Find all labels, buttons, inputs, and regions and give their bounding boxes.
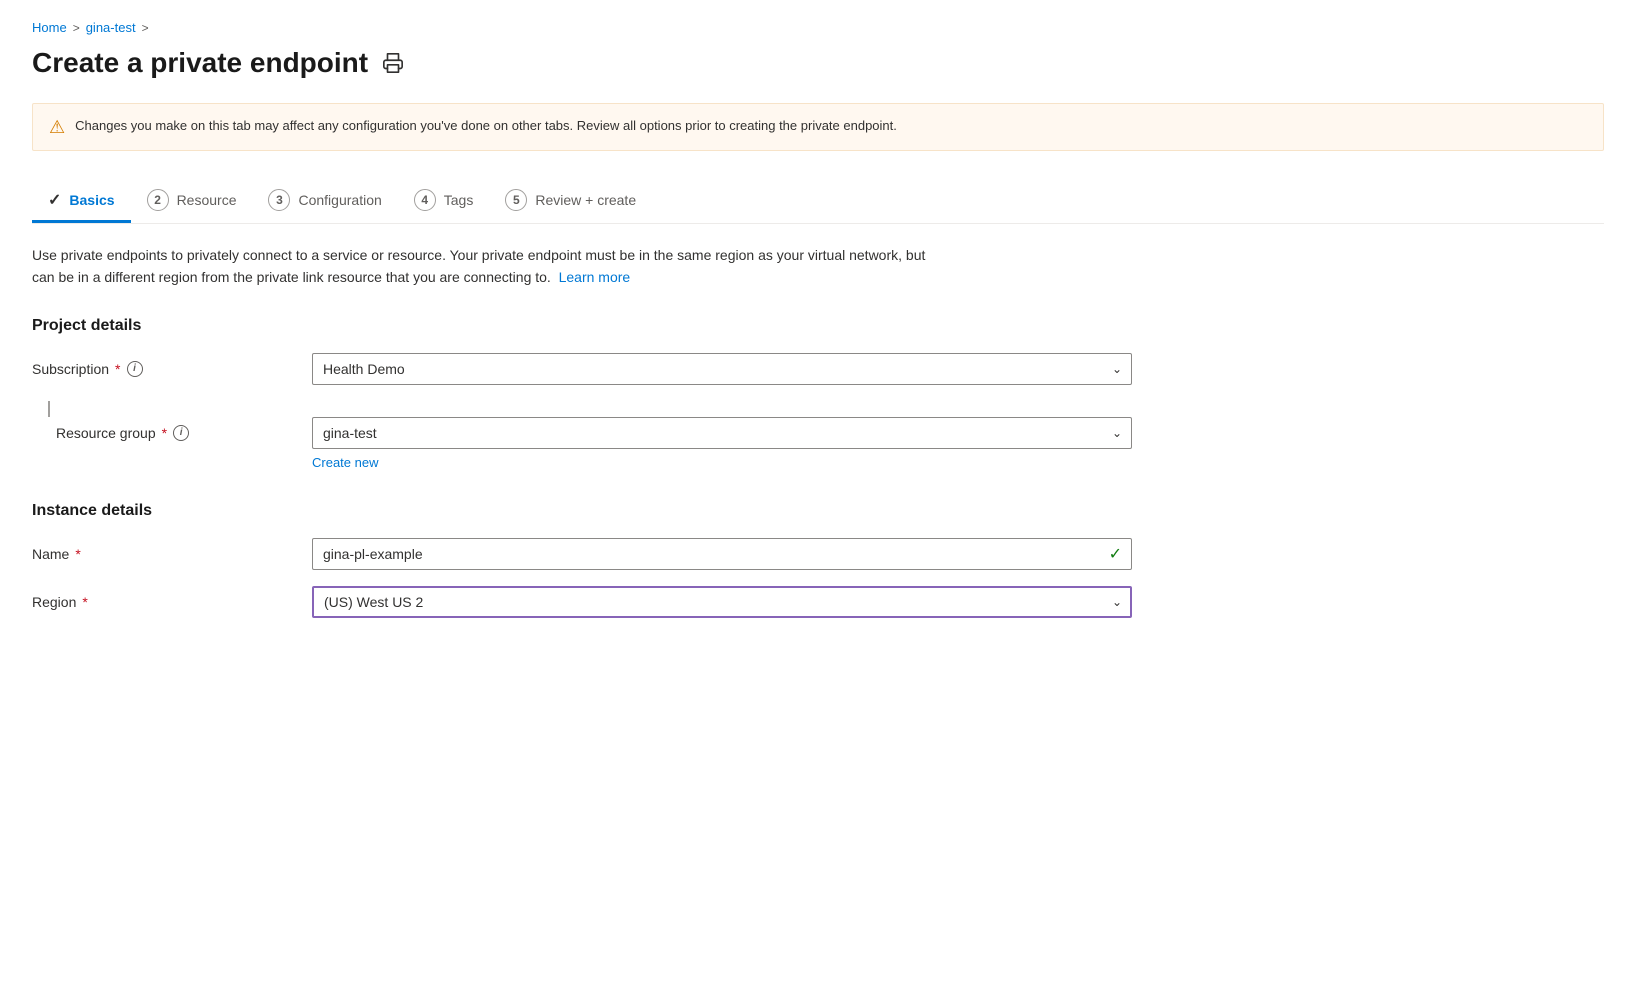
instance-details-section: Instance details Name * ✓ Region *	[32, 502, 1604, 618]
create-new-link[interactable]: Create new	[312, 455, 378, 470]
region-row: Region * (US) West US 2 ⌄	[32, 586, 1604, 618]
warning-icon: ⚠	[49, 117, 65, 138]
tab-tags-label: Tags	[444, 192, 474, 208]
print-icon[interactable]	[382, 52, 404, 74]
tabs-nav: ✓ Basics 2 Resource 3 Configuration 4 Ta…	[32, 179, 1604, 224]
breadcrumb-home[interactable]: Home	[32, 20, 67, 35]
tab-basics-label: Basics	[69, 192, 114, 208]
name-input-wrapper: ✓	[312, 538, 1132, 570]
subscription-control: Health Demo ⌄	[312, 353, 1132, 385]
region-control: (US) West US 2 ⌄	[312, 586, 1132, 618]
tab-configuration[interactable]: 3 Configuration	[252, 179, 397, 224]
subscription-label: Subscription * i	[32, 353, 292, 385]
subscription-required: *	[115, 353, 120, 385]
region-dropdown-wrapper: (US) West US 2 ⌄	[312, 586, 1132, 618]
page-title: Create a private endpoint	[32, 47, 368, 79]
name-control: ✓	[312, 538, 1132, 570]
tab-tags[interactable]: 4 Tags	[398, 179, 490, 224]
resource-group-dropdown[interactable]: gina-test	[312, 417, 1132, 449]
name-label-group: Name *	[32, 538, 292, 570]
tab-configuration-label: Configuration	[298, 192, 381, 208]
warning-banner: ⚠ Changes you make on this tab may affec…	[32, 103, 1604, 151]
resource-group-control: gina-test ⌄ Create new	[312, 417, 1132, 470]
region-label-group: Region *	[32, 586, 292, 618]
subscription-label-group: Subscription * i	[32, 353, 292, 385]
tab-resource-label: Resource	[177, 192, 237, 208]
tab-review-label: Review + create	[535, 192, 636, 208]
project-details-title: Project details	[32, 317, 1604, 335]
description-text: Use private endpoints to privately conne…	[32, 244, 932, 289]
name-required: *	[75, 538, 80, 570]
name-label: Name *	[32, 538, 292, 570]
learn-more-link[interactable]: Learn more	[559, 269, 631, 285]
tab-resource-number: 2	[147, 189, 169, 211]
project-details-section: Project details Subscription * i Health …	[32, 317, 1604, 470]
tab-basics-check: ✓	[48, 190, 61, 210]
resource-group-required: *	[162, 417, 167, 449]
resource-group-row: Resource group * i gina-test ⌄ Create ne…	[32, 417, 1604, 470]
tab-basics[interactable]: ✓ Basics	[32, 180, 131, 223]
region-label: Region *	[32, 586, 292, 618]
breadcrumb-sep-1: >	[73, 21, 80, 35]
breadcrumb-resource[interactable]: gina-test	[86, 20, 136, 35]
warning-text: Changes you make on this tab may affect …	[75, 116, 897, 136]
name-row: Name * ✓	[32, 538, 1604, 570]
resource-group-info-icon[interactable]: i	[173, 425, 189, 441]
subscription-dropdown-wrapper: Health Demo ⌄	[312, 353, 1132, 385]
tab-resource[interactable]: 2 Resource	[131, 179, 253, 224]
tab-configuration-number: 3	[268, 189, 290, 211]
resource-group-label-group: Resource group * i	[32, 417, 292, 449]
resource-group-dropdown-wrapper: gina-test ⌄	[312, 417, 1132, 449]
breadcrumb-sep-2: >	[142, 21, 149, 35]
subscription-row: Subscription * i Health Demo ⌄	[32, 353, 1604, 385]
tab-review-number: 5	[505, 189, 527, 211]
breadcrumb: Home > gina-test >	[32, 20, 1604, 35]
region-required: *	[82, 586, 87, 618]
tab-review[interactable]: 5 Review + create	[489, 179, 652, 224]
tab-tags-number: 4	[414, 189, 436, 211]
subscription-info-icon[interactable]: i	[127, 361, 143, 377]
instance-details-title: Instance details	[32, 502, 1604, 520]
region-dropdown[interactable]: (US) West US 2	[312, 586, 1132, 618]
name-input[interactable]	[312, 538, 1132, 570]
resource-group-label: Resource group * i	[32, 417, 292, 449]
page-header: Create a private endpoint	[32, 47, 1604, 79]
subscription-dropdown[interactable]: Health Demo	[312, 353, 1132, 385]
